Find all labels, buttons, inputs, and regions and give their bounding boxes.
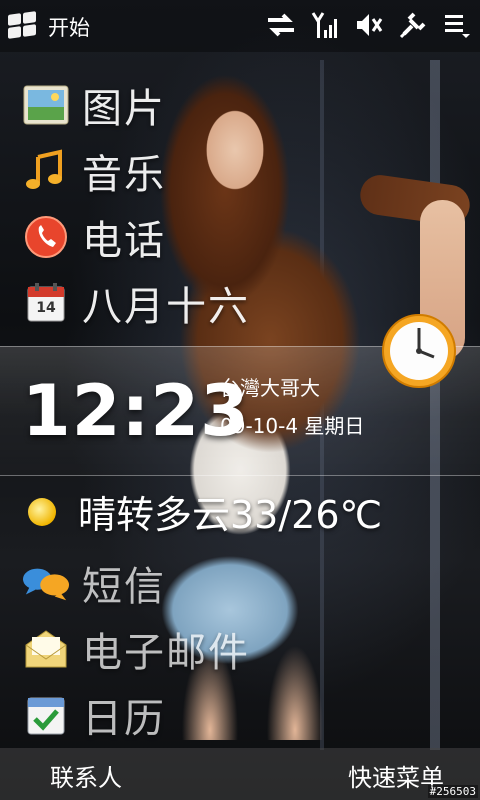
launcher-item-calendar-date[interactable]: 14 八月十六	[22, 274, 250, 332]
phone-icon	[22, 213, 70, 261]
weather-text: 晴转多云33/26℃	[78, 493, 383, 537]
envelope-icon	[22, 625, 70, 673]
pictures-icon	[22, 81, 70, 129]
today-screen: 开始 图片 音乐 电话 14 八月十六 12:23 台灣大哥大 09-10-4 …	[0, 0, 480, 800]
launcher-label: 日历	[82, 696, 166, 742]
calendar-check-icon	[22, 691, 70, 739]
windows-flag-icon	[8, 11, 38, 40]
menu-icon[interactable]	[442, 10, 472, 40]
calendar-day-number: 14	[36, 300, 56, 316]
softkey-contacts[interactable]: 联系人	[50, 758, 122, 793]
launcher-label: 短信	[82, 564, 166, 610]
status-icons	[266, 10, 472, 40]
launcher-label: 电话	[82, 218, 166, 264]
signal-icon[interactable]	[310, 10, 340, 40]
start-label: 开始	[48, 16, 90, 40]
launcher-label: 八月十六	[82, 284, 250, 330]
launcher-item-email[interactable]: 电子邮件	[22, 620, 250, 678]
launcher-item-music[interactable]: 音乐	[22, 142, 166, 200]
weather-row[interactable]: 晴转多云33/26℃	[28, 484, 382, 539]
clock-time[interactable]: 12:23	[22, 370, 250, 452]
softkey-bar: 联系人 快速菜单	[0, 748, 480, 800]
status-bar: 开始	[0, 0, 480, 52]
power-plug-icon[interactable]	[398, 10, 428, 40]
launcher-item-phone[interactable]: 电话	[22, 208, 166, 266]
analog-clock-icon[interactable]	[380, 312, 458, 390]
launcher-item-calendar[interactable]: 日历	[22, 686, 166, 744]
music-note-icon	[22, 147, 70, 195]
sync-arrows-icon[interactable]	[266, 10, 296, 40]
calendar-day-icon: 14	[22, 279, 70, 327]
launcher-label: 音乐	[82, 152, 166, 198]
launcher-item-sms[interactable]: 短信	[22, 554, 166, 612]
sun-icon	[28, 497, 56, 526]
launcher-item-pictures[interactable]: 图片	[22, 76, 166, 134]
start-button[interactable]: 开始	[8, 11, 90, 42]
volume-mute-icon[interactable]	[354, 10, 384, 40]
launcher-label: 电子邮件	[82, 630, 250, 676]
sms-bubbles-icon	[22, 559, 70, 607]
watermark-text: #256503	[427, 785, 478, 798]
launcher-label: 图片	[82, 86, 166, 132]
date-text: 09-10-4 星期日	[220, 414, 365, 438]
carrier-name: 台灣大哥大	[220, 376, 320, 400]
